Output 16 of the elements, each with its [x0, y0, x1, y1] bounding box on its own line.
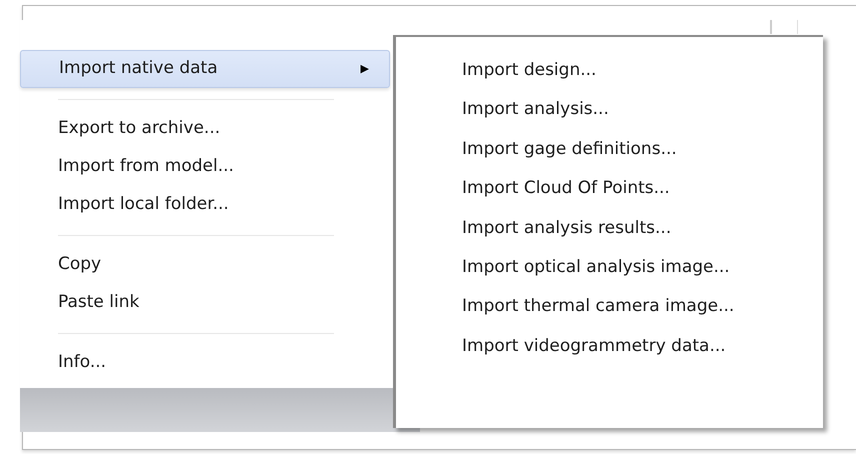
menu-item[interactable]: Import Cloud Of Points... — [396, 169, 823, 209]
menu-item[interactable]: Copy — [20, 246, 394, 284]
menu-item[interactable]: Export to archive... — [20, 110, 394, 148]
menu-item[interactable]: Import local folder... — [20, 186, 394, 224]
menu-item[interactable]: Import optical analysis image... — [396, 248, 823, 288]
menu-item[interactable]: Import videogrammetry data... — [396, 326, 823, 366]
submenu-arrow-icon: ▶ — [360, 60, 369, 78]
menu-item[interactable]: Import analysis... — [396, 90, 823, 130]
menu-item[interactable]: Import analysis results... — [396, 208, 823, 248]
menu-item[interactable]: Import design... — [396, 51, 823, 90]
menu-item[interactable]: Import from model... — [20, 148, 394, 186]
menu-item[interactable]: Info... — [20, 344, 394, 382]
menu-item[interactable]: Paste link — [20, 284, 394, 322]
menu-item[interactable]: Import thermal camera image... — [396, 287, 823, 327]
menu-item[interactable]: Import gage definitions... — [396, 130, 823, 170]
menu-item[interactable]: Import native data ▶ — [20, 50, 390, 88]
